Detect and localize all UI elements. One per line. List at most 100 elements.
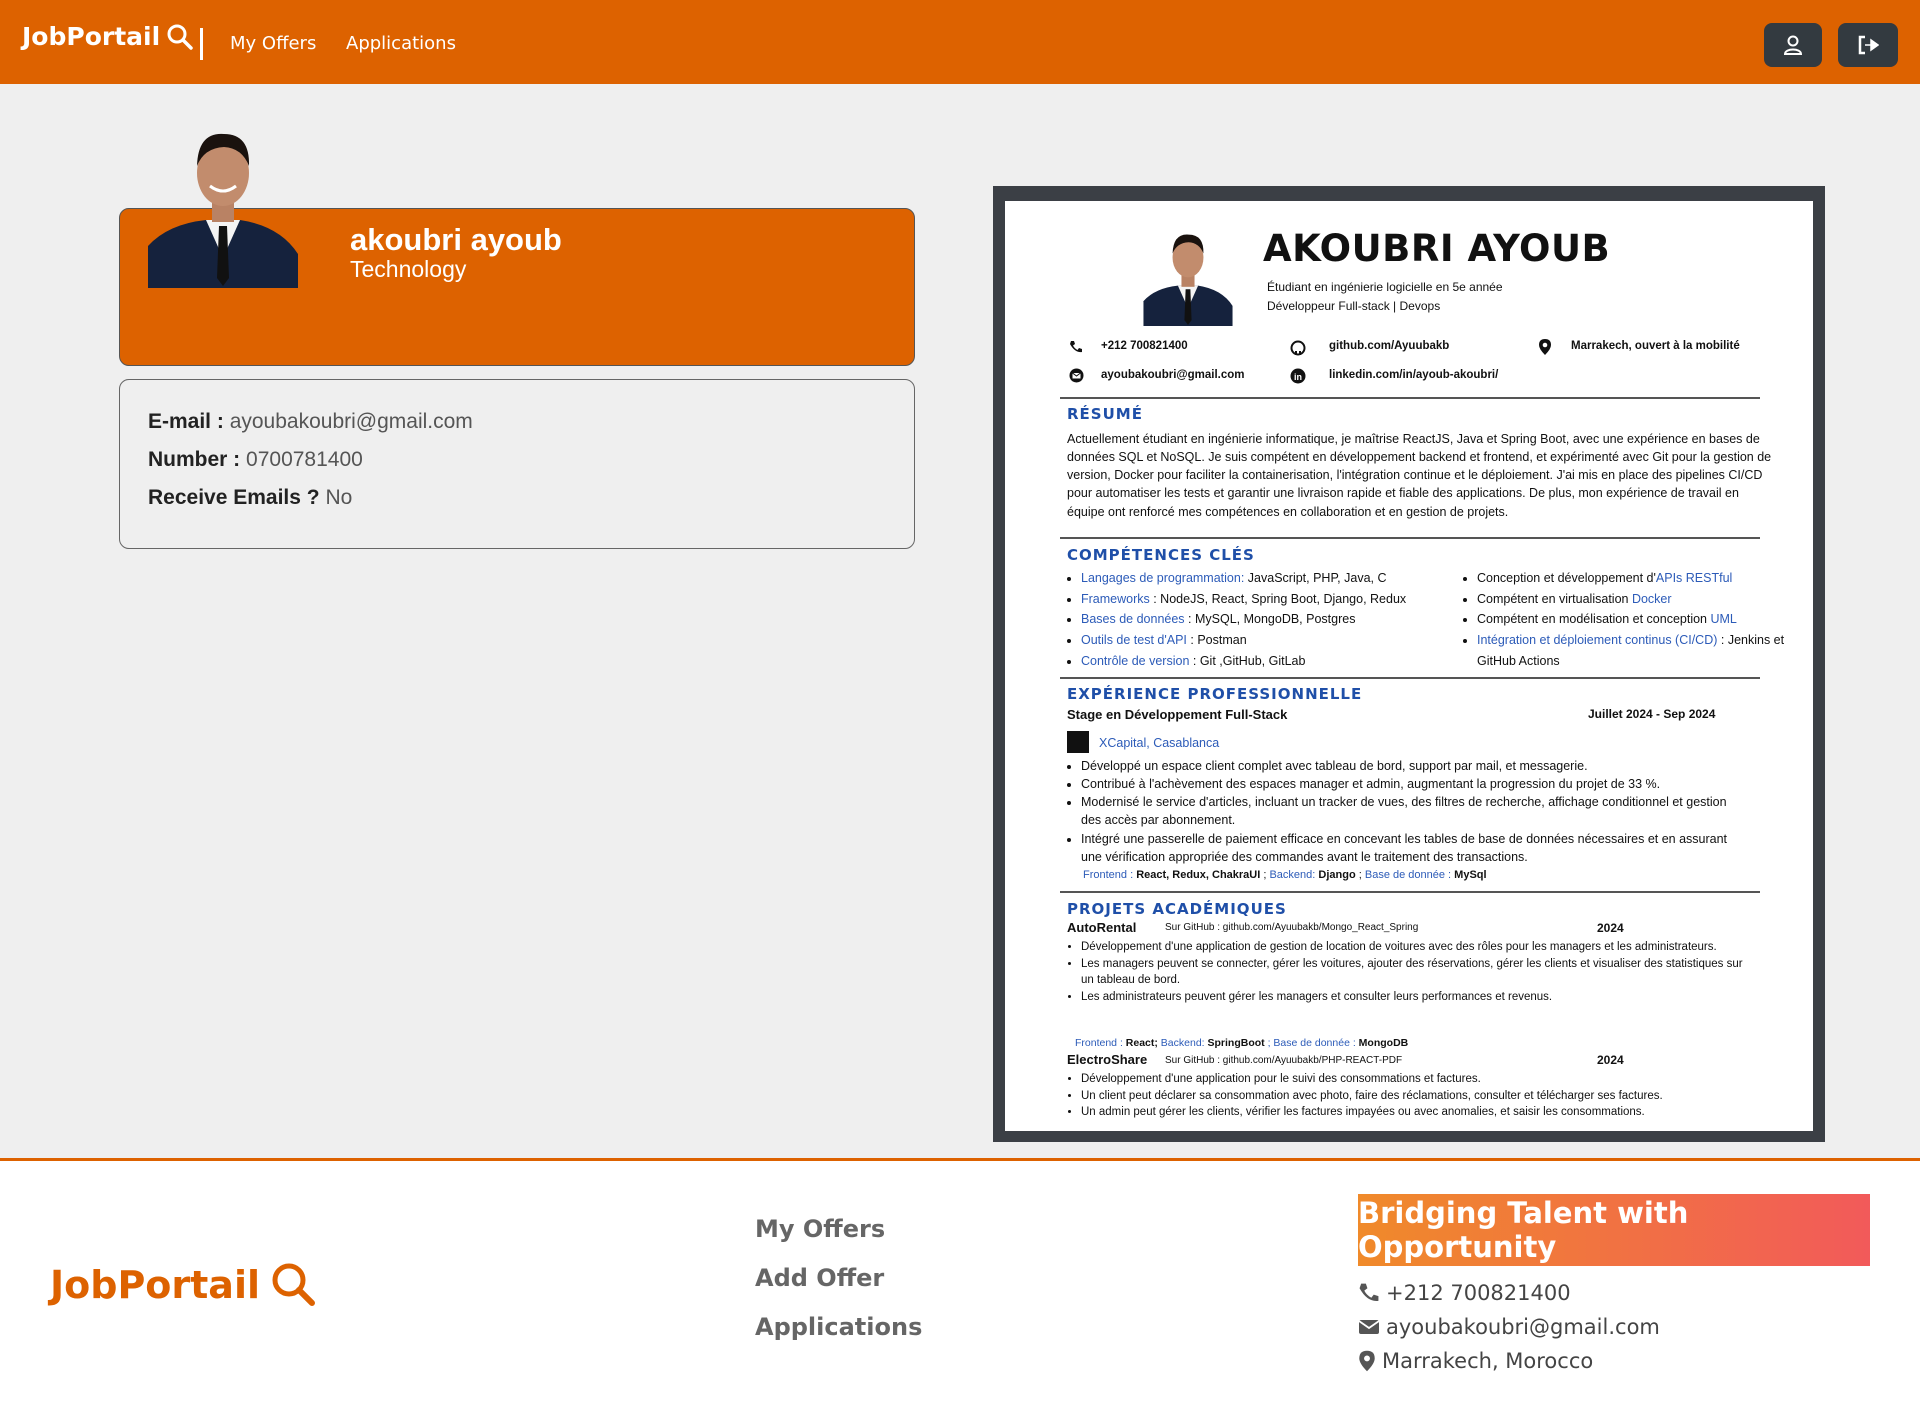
experience-dates: Juillet 2024 - Sep 2024 <box>1588 707 1716 721</box>
resume-page[interactable]: AKOUBRI AYOUB Étudiant en ingénierie log… <box>1005 201 1813 1131</box>
footer-link-applications[interactable]: Applications <box>755 1313 922 1341</box>
resume-location: Marrakech, ouvert à la mobilité <box>1571 340 1740 352</box>
resume-subtitle-1: Étudiant en ingénierie logicielle en 5e … <box>1267 280 1503 294</box>
logout-icon <box>1858 35 1879 55</box>
brand-logo[interactable]: JobPortail <box>22 22 194 51</box>
tagline-banner: Bridging Talent with Opportunity <box>1358 1194 1870 1266</box>
footer: JobPortail My Offers Add Offer Applicati… <box>0 1158 1920 1409</box>
divider <box>1060 677 1760 679</box>
nav-applications[interactable]: Applications <box>346 33 456 54</box>
skill-item: Frameworks : NodeJS, React, Spring Boot,… <box>1081 589 1467 610</box>
footer-email: ayoubakoubri@gmail.com <box>1358 1315 1660 1339</box>
project-list: Développement d'une application de gesti… <box>1067 939 1757 1006</box>
nav-my-offers[interactable]: My Offers <box>230 33 316 54</box>
skill-item: Outils de test d'API : Postman <box>1081 630 1467 651</box>
phone-icon <box>1359 1283 1379 1302</box>
resume-name: AKOUBRI AYOUB <box>1263 227 1611 270</box>
number-label: Number : <box>148 448 241 471</box>
experience-stack: Frontend : React, Redux, ChakraUI ; Back… <box>1083 869 1487 881</box>
skill-item: Compétent en virtualisation Docker <box>1477 589 1803 610</box>
divider <box>1060 891 1760 893</box>
project-link: Sur GitHub : github.com/Ayuubakb/Mongo_R… <box>1165 922 1419 933</box>
project-name: ElectroShare <box>1067 1052 1148 1067</box>
logout-button[interactable] <box>1838 23 1898 67</box>
footer-location: Marrakech, Morocco <box>1358 1349 1593 1373</box>
project-item: Les managers peuvent se connecter, gérer… <box>1081 956 1757 989</box>
location-pin-icon <box>1539 339 1551 355</box>
top-navbar: JobPortail My Offers Applications <box>0 0 1920 84</box>
resume-viewer[interactable]: AKOUBRI AYOUB Étudiant en ingénierie log… <box>993 186 1825 1142</box>
project-stack: Frontend : React; Backend: SpringBoot ; … <box>1075 1037 1409 1049</box>
project-year: 2024 <box>1597 1053 1624 1067</box>
github-icon <box>1290 340 1306 356</box>
profile-button[interactable] <box>1764 23 1822 67</box>
profile-name: akoubri ayoub <box>350 222 562 257</box>
project-item: Développement d'une application de gesti… <box>1081 939 1757 956</box>
phone-icon <box>1070 341 1082 353</box>
project-name: AutoRental <box>1067 920 1137 935</box>
resume-summary-title: RÉSUMÉ <box>1067 405 1143 423</box>
company-logo <box>1067 731 1089 753</box>
avatar <box>148 133 298 288</box>
brand-text: JobPortail <box>22 22 161 51</box>
resume-email: ayoubakoubri@gmail.com <box>1101 369 1245 381</box>
project-item: Un client peut déclarer sa consommation … <box>1081 1088 1767 1105</box>
nav-divider <box>200 28 203 60</box>
skills-right-list: Conception et développement d'APIs RESTf… <box>1463 568 1803 671</box>
resume-skills-title: COMPÉTENCES CLÉS <box>1067 546 1255 564</box>
search-icon <box>167 24 193 50</box>
email-row: E-mail : ayoubakoubri@gmail.com <box>148 410 473 434</box>
profile-field: Technology <box>350 256 467 282</box>
footer-brand[interactable]: JobPortail <box>50 1261 318 1309</box>
search-icon <box>272 1263 316 1306</box>
experience-list: Développé un espace client complet avec … <box>1067 757 1747 866</box>
project-item: Développement d'une application pour le … <box>1081 1071 1767 1088</box>
footer-link-add-offer[interactable]: Add Offer <box>755 1264 884 1292</box>
project-item: Les administrateurs peuvent gérer les ma… <box>1081 989 1757 1006</box>
project-year: 2024 <box>1597 921 1624 935</box>
footer-link-my-offers[interactable]: My Offers <box>755 1215 885 1243</box>
skill-item: Intégration et déploiement continus (CI/… <box>1477 630 1803 671</box>
skill-item: Langages de programmation: JavaScript, P… <box>1081 568 1467 589</box>
location-pin-icon <box>1359 1350 1375 1372</box>
resume-github: github.com/Ayuubakb <box>1329 340 1450 352</box>
email-label: E-mail : <box>148 410 224 433</box>
footer-email-text: ayoubakoubri@gmail.com <box>1386 1315 1660 1339</box>
footer-phone: +212 700821400 <box>1358 1281 1571 1305</box>
experience-item: Contribué à l'achèvement des espaces man… <box>1081 775 1747 793</box>
footer-phone-text: +212 700821400 <box>1386 1281 1571 1305</box>
receive-emails-label: Receive Emails ? <box>148 486 320 509</box>
receive-emails-row: Receive Emails ? No <box>148 486 352 510</box>
resume-subtitle-2: Développeur Full-stack | Devops <box>1267 299 1441 313</box>
experience-company: XCapital, Casablanca <box>1099 736 1220 750</box>
skill-item: Compétent en modélisation et conception … <box>1477 609 1803 630</box>
linkedin-icon: in <box>1290 368 1306 384</box>
experience-item: Modernisé le service d'articles, incluan… <box>1081 793 1747 829</box>
resume-experience-title: EXPÉRIENCE PROFESSIONNELLE <box>1067 685 1363 703</box>
contact-info-card: E-mail : ayoubakoubri@gmail.com Number :… <box>119 379 915 549</box>
resume-summary-text: Actuellement étudiant en ingénierie info… <box>1067 432 1772 519</box>
number-row: Number : 0700781400 <box>148 448 363 472</box>
skill-item: Bases de données : MySQL, MongoDB, Postg… <box>1081 609 1467 630</box>
experience-item: Développé un espace client complet avec … <box>1081 757 1747 775</box>
envelope-icon <box>1358 1320 1380 1334</box>
resume-projects-title: PROJETS ACADÉMIQUES <box>1067 900 1287 918</box>
svg-text:in: in <box>1294 372 1302 382</box>
experience-role: Stage en Développement Full-Stack <box>1067 707 1288 722</box>
number-value: 0700781400 <box>246 448 363 471</box>
skill-item: Conception et développement d'APIs RESTf… <box>1477 568 1803 589</box>
divider <box>1060 537 1760 539</box>
resume-linkedin: linkedin.com/in/ayoub-akoubri/ <box>1329 369 1499 381</box>
user-icon <box>1783 35 1803 55</box>
resume-photo <box>1143 234 1233 326</box>
project-item: Un admin peut gérer les clients, vérifie… <box>1081 1104 1767 1121</box>
email-value: ayoubakoubri@gmail.com <box>229 410 473 433</box>
footer-location-text: Marrakech, Morocco <box>1382 1349 1594 1373</box>
divider <box>1060 397 1760 399</box>
skill-item: Contrôle de version : Git ,GitHub, GitLa… <box>1081 651 1467 672</box>
experience-item: Intégré une passerelle de paiement effic… <box>1081 830 1747 866</box>
footer-brand-text: JobPortail <box>50 1263 261 1307</box>
resume-phone: +212 700821400 <box>1101 340 1188 352</box>
skills-left-list: Langages de programmation: JavaScript, P… <box>1067 568 1467 671</box>
project-link: Sur GitHub : github.com/Ayuubakb/PHP-REA… <box>1165 1055 1403 1066</box>
